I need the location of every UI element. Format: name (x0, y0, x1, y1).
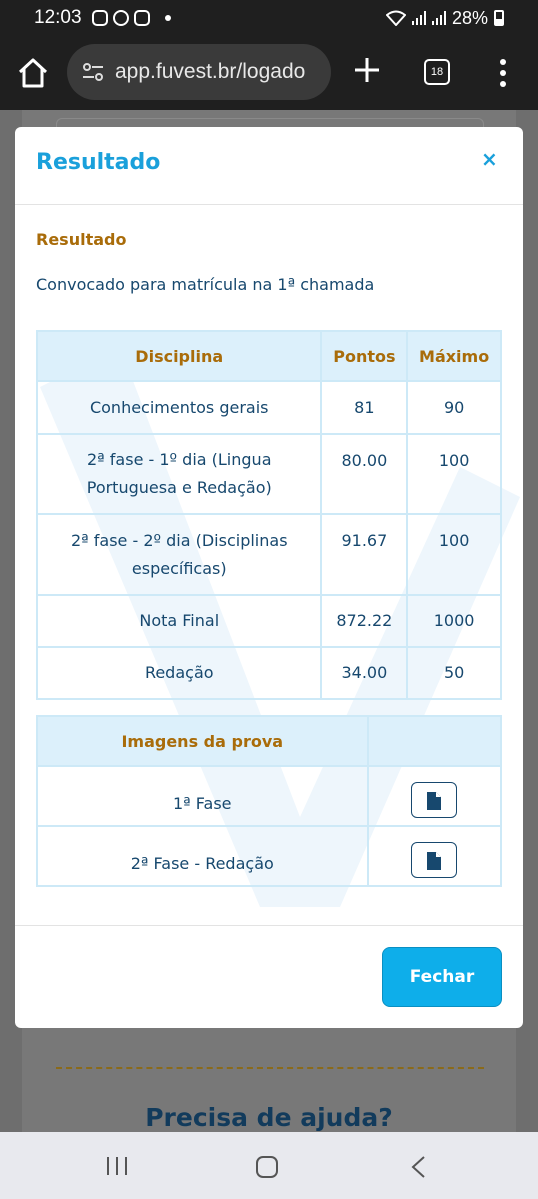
table-row: Conhecimentos gerais 81 90 (35, 380, 502, 435)
points-cell: 81 (320, 380, 409, 435)
footer-divider (15, 925, 523, 926)
column-header: Máximo (406, 330, 502, 382)
table-row: 1ª Fase (36, 765, 502, 827)
points-cell: 34.00 (320, 646, 409, 700)
points-cell: 91.67 (320, 513, 409, 596)
subject-cell: 2ª fase - 1º dia (Lingua Portuguesa e Re… (35, 433, 323, 515)
action-cell (366, 825, 502, 887)
max-cell: 50 (406, 646, 502, 700)
help-heading: Precisa de ajuda? (145, 1103, 393, 1132)
battery-icon (494, 10, 504, 26)
tab-count: 18 (430, 66, 444, 78)
column-header (366, 715, 502, 767)
view-document-button[interactable] (411, 782, 458, 818)
phase-label: 1ª Fase (36, 765, 369, 827)
subject-cell: 2ª fase - 2º dia (Disciplinas específica… (35, 513, 323, 596)
scores-table: Disciplina Pontos Máximo Conhecimentos g… (35, 330, 502, 700)
tab-switcher-button[interactable]: 18 (424, 59, 450, 85)
max-cell: 90 (406, 380, 502, 435)
whatsapp-icon (112, 10, 129, 26)
signal-icon (411, 11, 426, 25)
close-icon[interactable]: × (481, 147, 498, 171)
close-button[interactable]: Fechar (382, 947, 502, 1007)
recents-icon[interactable] (106, 1157, 128, 1175)
divider (56, 1067, 484, 1069)
column-header: Imagens da prova (36, 715, 369, 767)
site-settings-icon[interactable] (81, 60, 105, 84)
phase-label: 2ª Fase - Redação (36, 825, 369, 887)
subject-cell: Redação (35, 646, 323, 700)
instagram-icon (91, 10, 108, 26)
view-document-button[interactable] (411, 842, 458, 878)
modal-header: Resultado × (15, 127, 523, 205)
wifi-icon (385, 10, 406, 26)
new-tab-icon[interactable] (352, 55, 382, 85)
table-row: 2ª Fase - Redação (36, 825, 502, 887)
column-header: Pontos (320, 330, 409, 382)
clock: 12:03 (34, 7, 82, 28)
home-nav-icon[interactable] (256, 1156, 278, 1178)
max-cell: 100 (406, 433, 502, 515)
max-cell: 100 (406, 513, 502, 596)
table-row: Redação 34.00 50 (35, 646, 502, 700)
signal-icon (431, 11, 446, 25)
more-notifications-dot (164, 15, 171, 21)
result-modal: Resultado × Resultado Convocado para mat… (15, 127, 523, 1028)
action-cell (366, 765, 502, 827)
browser-toolbar: app.fuvest.br/logado 18 (0, 36, 538, 110)
instagram-icon (133, 10, 150, 26)
back-icon[interactable] (410, 1155, 426, 1179)
table-row: 2ª fase - 2º dia (Disciplinas específica… (35, 513, 502, 596)
table-header-row: Imagens da prova (36, 715, 502, 767)
home-icon[interactable] (14, 54, 52, 92)
table-header-row: Disciplina Pontos Máximo (35, 330, 502, 382)
exam-images-table: Imagens da prova 1ª Fase 2ª Fase - Redaç… (36, 715, 502, 887)
section-label: Resultado (36, 230, 127, 249)
document-icon (427, 852, 442, 870)
points-cell: 80.00 (320, 433, 409, 515)
column-header: Disciplina (35, 330, 323, 382)
table-row: 2ª fase - 1º dia (Lingua Portuguesa e Re… (35, 433, 502, 515)
points-cell: 872.22 (320, 594, 409, 648)
enrollment-status: Convocado para matrícula na 1ª chamada (36, 275, 375, 294)
address-bar[interactable]: app.fuvest.br/logado (67, 44, 331, 100)
table-row: Nota Final 872.22 1000 (35, 594, 502, 648)
notification-icons (91, 10, 171, 26)
document-icon (427, 792, 442, 810)
modal-title: Resultado (36, 150, 161, 175)
subject-cell: Conhecimentos gerais (35, 380, 323, 435)
more-menu-icon[interactable] (498, 58, 508, 88)
max-cell: 1000 (406, 594, 502, 648)
system-nav-bar (0, 1132, 538, 1199)
subject-cell: Nota Final (35, 594, 323, 648)
url-text: app.fuvest.br/logado (115, 60, 306, 83)
battery-percent: 28% (451, 7, 488, 28)
status-bar: 12:03 28% (0, 0, 538, 36)
